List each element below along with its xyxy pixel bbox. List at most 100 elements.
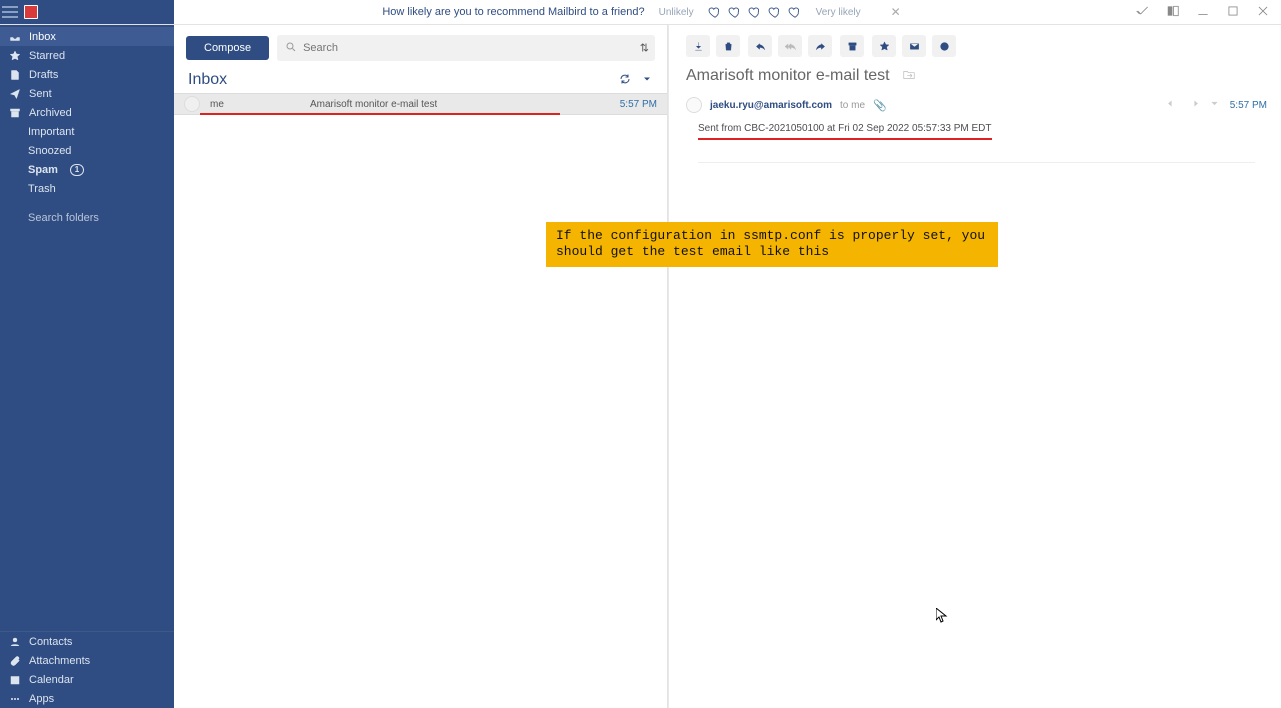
sidebar-item-sent[interactable]: Sent <box>0 84 174 103</box>
recipient-label: to me <box>840 100 865 111</box>
search-input[interactable] <box>303 42 647 54</box>
star-icon <box>9 50 21 62</box>
dropdown-icon[interactable] <box>641 73 653 88</box>
sidebar-item-label: Apps <box>29 693 54 705</box>
read-all-icon[interactable] <box>1135 4 1151 21</box>
annotation-note: If the configuration in ssmtp.conf is pr… <box>546 222 998 267</box>
sidebar-item-label: Archived <box>29 107 72 119</box>
sort-icon[interactable]: ⇅ <box>640 42 649 55</box>
sidebar-item-trash[interactable]: Trash <box>0 179 174 198</box>
sidebar-item-label: Search folders <box>28 212 99 224</box>
sidebar-item-apps[interactable]: Apps <box>0 689 174 708</box>
refresh-icon[interactable] <box>619 73 631 88</box>
sidebar-footer: Contacts Attachments Calendar Apps <box>0 631 174 708</box>
sidebar-item-label: Inbox <box>29 31 56 43</box>
sidebar-item-contacts[interactable]: Contacts <box>0 632 174 651</box>
calendar-icon <box>9 674 21 686</box>
reply-button[interactable] <box>748 35 772 57</box>
body-separator <box>698 162 1255 163</box>
nps-question: How likely are you to recommend Mailbird… <box>382 6 644 18</box>
reading-subject-row: Amarisoft monitor e-mail test <box>672 57 1281 91</box>
sidebar-item-important[interactable]: Important <box>0 122 174 141</box>
sidebar-item-label: Drafts <box>29 69 58 81</box>
mark-read-button[interactable] <box>902 35 926 57</box>
star-button[interactable] <box>872 35 896 57</box>
archive-button[interactable] <box>840 35 864 57</box>
more-icon[interactable] <box>1209 98 1220 112</box>
reading-pane: Amarisoft monitor e-mail test jaeku.ryu@… <box>672 25 1281 708</box>
sidebar-item-calendar[interactable]: Calendar <box>0 670 174 689</box>
message-subject: Amarisoft monitor e-mail test <box>310 99 437 110</box>
reading-time: 5:57 PM <box>1230 100 1267 111</box>
message-from: me <box>210 99 300 110</box>
reading-body: Sent from CBC-2021050100 at Fri 02 Sep 2… <box>672 113 1281 173</box>
heart-icon[interactable] <box>708 5 722 19</box>
nps-banner: How likely are you to recommend Mailbird… <box>174 5 1125 19</box>
annotation-underline <box>200 113 560 115</box>
delete-button[interactable] <box>716 35 740 57</box>
search-field-wrap[interactable]: ⇅ <box>277 35 655 61</box>
heart-icon[interactable] <box>768 5 782 19</box>
reading-toolbar <box>672 25 1281 57</box>
message-row[interactable]: me Amarisoft monitor e-mail test 5:57 PM <box>174 93 667 115</box>
download-button[interactable] <box>686 35 710 57</box>
title-bar: How likely are you to recommend Mailbird… <box>0 0 1281 25</box>
sidebar-item-search-folders[interactable]: Search folders <box>0 208 174 227</box>
maximize-button[interactable] <box>1225 4 1241 21</box>
sidebar-item-archived[interactable]: Archived <box>0 103 174 122</box>
sidebar-item-label: Important <box>28 126 74 138</box>
folder-title: Inbox <box>188 71 227 89</box>
sidebar-item-label: Calendar <box>29 674 74 686</box>
heart-icon[interactable] <box>788 5 802 19</box>
heart-icon[interactable] <box>728 5 742 19</box>
list-toolbar: Compose ⇅ <box>174 25 667 61</box>
forward-icon[interactable] <box>1188 98 1199 112</box>
app-logo <box>24 5 38 19</box>
close-button[interactable] <box>1255 4 1271 21</box>
reply-icon[interactable] <box>1167 98 1178 112</box>
window-controls <box>1125 4 1281 21</box>
nps-close-button[interactable]: ✕ <box>875 5 917 19</box>
sidebar-item-inbox[interactable]: Inbox <box>0 27 174 46</box>
sidebar-item-attachments[interactable]: Attachments <box>0 651 174 670</box>
sidebar-item-label: Sent <box>29 88 52 100</box>
sidebar-item-label: Contacts <box>29 636 72 648</box>
search-icon <box>285 41 297 56</box>
menu-icon[interactable] <box>2 1 24 23</box>
sidebar-item-spam[interactable]: Spam 1 <box>0 160 174 179</box>
message-time: 5:57 PM <box>620 99 657 110</box>
inbox-icon <box>9 31 21 43</box>
drafts-icon <box>9 69 21 81</box>
sidebar-item-label: Snoozed <box>28 145 71 157</box>
sidebar-item-snoozed[interactable]: Snoozed <box>0 141 174 160</box>
reply-all-button[interactable] <box>778 35 802 57</box>
sidebar-item-label: Trash <box>28 183 56 195</box>
move-to-folder-icon[interactable] <box>902 68 916 85</box>
sidebar-item-label: Attachments <box>29 655 90 667</box>
nps-hearts <box>708 5 802 19</box>
sidebar: Inbox Starred Drafts Sent Archived Impor… <box>0 25 174 708</box>
attachment-icon[interactable]: 📎 <box>873 99 887 112</box>
compact-layout-icon[interactable] <box>1165 4 1181 21</box>
heart-icon[interactable] <box>748 5 762 19</box>
forward-button[interactable] <box>808 35 832 57</box>
spam-count-badge: 1 <box>70 164 84 176</box>
reading-meta: jaeku.ryu@amarisoft.com to me 📎 5:57 PM <box>672 91 1281 113</box>
sender-email[interactable]: jaeku.ryu@amarisoft.com <box>710 100 832 111</box>
compose-button[interactable]: Compose <box>186 36 269 60</box>
sent-icon <box>9 88 21 100</box>
avatar <box>184 96 200 112</box>
archive-icon <box>9 107 21 119</box>
sender-avatar <box>686 97 702 113</box>
sidebar-item-starred[interactable]: Starred <box>0 46 174 65</box>
email-body-text: Sent from CBC-2021050100 at Fri 02 Sep 2… <box>698 123 992 140</box>
dots-icon <box>9 693 21 705</box>
sidebar-item-label: Spam <box>28 164 58 176</box>
main-content: Inbox Starred Drafts Sent Archived Impor… <box>0 25 1281 708</box>
titlebar-left <box>0 0 174 24</box>
sidebar-item-drafts[interactable]: Drafts <box>0 65 174 84</box>
clip-icon <box>9 655 21 667</box>
minimize-button[interactable] <box>1195 4 1211 21</box>
message-list-pane: Compose ⇅ Inbox me Amarisoft monitor e-m… <box>174 25 668 708</box>
block-button[interactable] <box>932 35 956 57</box>
